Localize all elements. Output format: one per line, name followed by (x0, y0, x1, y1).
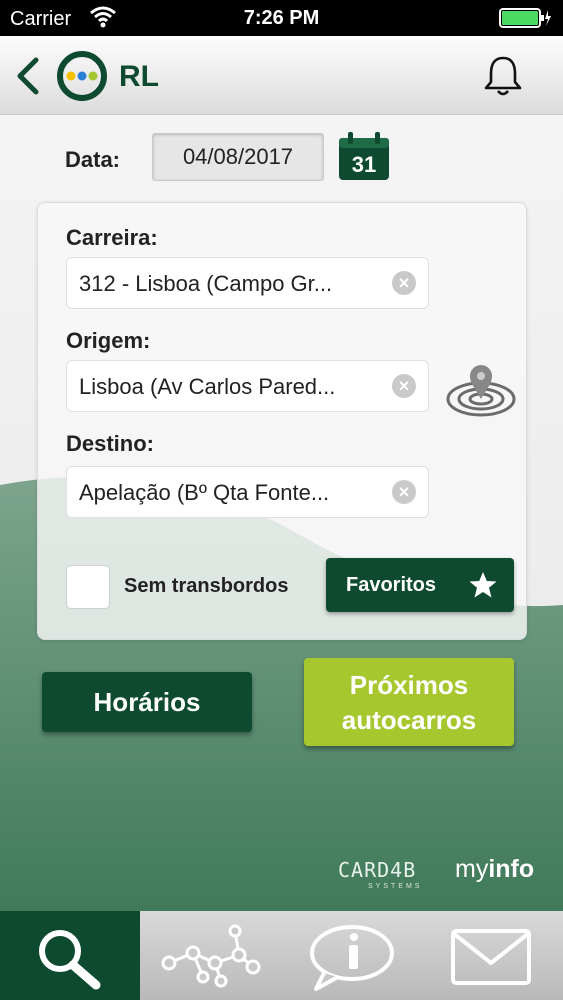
favoritos-button[interactable]: Favoritos (326, 558, 514, 612)
origem-value: Lisboa (Av Carlos Pared... (79, 374, 336, 399)
carreira-label: Carreira: (66, 225, 158, 250)
network-icon (161, 924, 261, 988)
clear-origem-icon[interactable]: × (392, 374, 416, 398)
tab-search[interactable] (0, 911, 140, 1000)
carreira-value: 312 - Lisboa (Campo Gr... (79, 271, 333, 296)
main-content: Data: 04/08/2017 31 Carreira: 312 - Lisb… (0, 115, 563, 911)
myinfo-logo: myinfo (455, 855, 534, 884)
tab-mail[interactable] (423, 911, 563, 1000)
origem-label: Origem: (66, 328, 151, 353)
tab-network[interactable] (141, 911, 281, 1000)
destino-value: Apelação (Bº Qta Fonte... (79, 480, 330, 505)
logo-text: RL (119, 60, 159, 93)
app-logo: RL (55, 48, 165, 104)
star-icon (469, 572, 497, 598)
search-icon (39, 930, 101, 990)
tab-info[interactable] (282, 911, 422, 1000)
tab-bar (0, 911, 563, 1000)
date-label: Data: (65, 147, 121, 172)
proximos-line1: Próximos (349, 670, 469, 700)
sem-transbordos-checkbox[interactable] (66, 565, 110, 609)
card4b-logo: CARD4B (338, 858, 417, 882)
destino-field[interactable]: Apelação (Bº Qta Fonte... × (66, 466, 429, 518)
info-icon (310, 925, 394, 991)
clear-carreira-icon[interactable]: × (392, 271, 416, 295)
search-panel: Carreira: 312 - Lisboa (Campo Gr... × Or… (37, 202, 527, 640)
back-chevron-icon[interactable] (14, 56, 40, 96)
bell-icon[interactable] (481, 54, 525, 98)
app-header: RL (0, 36, 563, 115)
battery-icon (499, 8, 551, 28)
origem-field[interactable]: Lisboa (Av Carlos Pared... × (66, 360, 429, 412)
clear-destino-icon[interactable]: × (392, 480, 416, 504)
calendar-day: 31 (352, 152, 376, 177)
status-bar: Carrier 7:26 PM (0, 0, 563, 36)
location-target-icon[interactable] (446, 363, 516, 417)
calendar-icon[interactable]: 31 (337, 132, 391, 182)
carreira-field[interactable]: 312 - Lisboa (Campo Gr... × (66, 257, 429, 309)
date-field[interactable]: 04/08/2017 (152, 133, 324, 181)
horarios-button[interactable]: Horários (42, 672, 252, 732)
myinfo-suffix: info (488, 855, 535, 883)
clock: 7:26 PM (243, 7, 320, 29)
myinfo-prefix: my (455, 855, 489, 883)
destino-label: Destino: (66, 431, 154, 456)
favoritos-label: Favoritos (346, 574, 437, 596)
sem-transbordos-label: Sem transbordos (124, 575, 289, 597)
mail-icon (451, 929, 531, 985)
proximos-autocarros-button[interactable]: Próximos autocarros (304, 658, 514, 746)
card4b-sub-logo: SYSTEMS (368, 883, 423, 890)
proximos-line2: autocarros (341, 705, 477, 735)
